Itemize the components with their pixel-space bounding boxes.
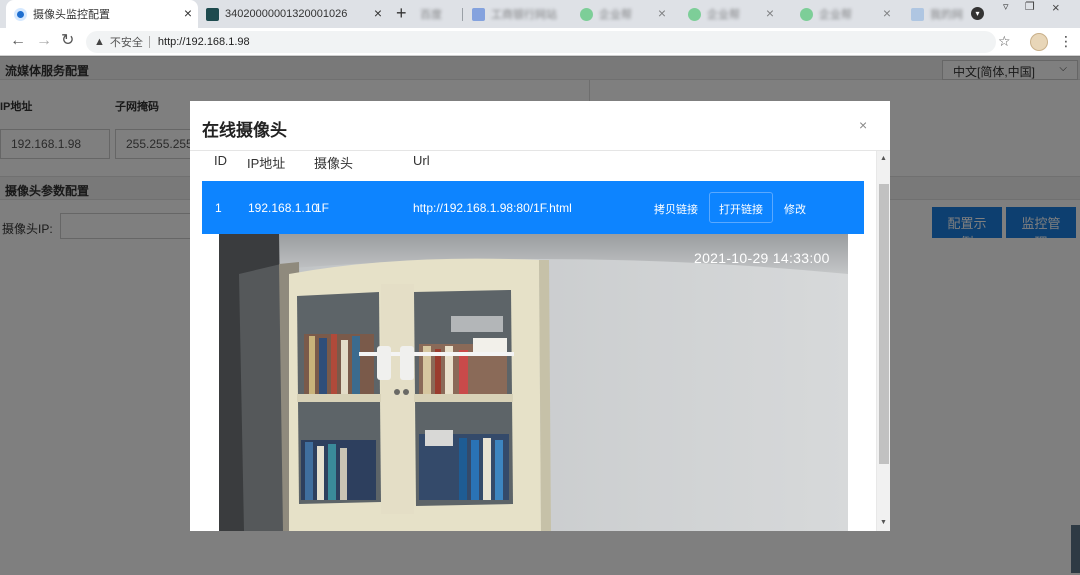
system-tray-edge — [1071, 525, 1080, 573]
modal-scrollbar[interactable]: ▲ ▼ — [876, 151, 890, 531]
camera-timestamp: 2021-10-29 14:33:00 — [694, 250, 830, 266]
site-favicon-icon — [472, 7, 485, 21]
close-tab-icon[interactable]: × — [766, 6, 774, 20]
browser-tab[interactable]: 企业帮 × — [680, 0, 780, 28]
site-favicon-icon — [688, 7, 701, 21]
edit-button[interactable]: 修改 — [784, 201, 806, 217]
site-favicon-icon — [206, 7, 219, 21]
window-menu-icon[interactable]: ▿ — [1003, 0, 1009, 13]
browser-tab[interactable]: 我的网 — [903, 0, 968, 28]
close-icon[interactable]: × — [859, 117, 867, 133]
column-header-url: Url — [413, 153, 430, 168]
tab-title: 摄像头监控配置 — [33, 9, 110, 21]
forward-arrow-icon[interactable]: → — [36, 32, 52, 50]
tab-search-icon[interactable]: ▾ — [971, 7, 984, 20]
url-text[interactable]: http://192.168.1.98 — [158, 36, 250, 48]
window-close-icon[interactable]: × — [1052, 0, 1060, 15]
row-camera: 1F — [315, 201, 330, 215]
camera-snapshot: 2021-10-29 14:33:00 — [219, 234, 848, 531]
copy-link-button[interactable]: 拷贝链接 — [654, 201, 698, 217]
table-header: ID IP地址 摄像头 Url — [202, 151, 864, 181]
tab-title: 百度 — [420, 9, 442, 21]
tab-title: 企业帮 — [819, 9, 852, 21]
profile-avatar-icon[interactable] — [1030, 33, 1048, 51]
browser-tab[interactable]: 企业帮 × — [792, 0, 897, 28]
browser-menu-icon[interactable]: ⋮ — [1059, 34, 1073, 48]
row-id: 1 — [215, 201, 222, 215]
new-tab-plus-icon[interactable]: + — [396, 3, 407, 24]
tab-title: 工商银行网站 — [491, 9, 557, 21]
close-tab-icon[interactable]: × — [658, 6, 666, 20]
browser-tab-active[interactable]: 摄像头监控配置 × — [6, 0, 198, 28]
browser-tab[interactable]: 340200000013200010​26 × — [198, 0, 388, 28]
site-favicon-icon — [800, 7, 813, 21]
browser-tab[interactable]: 百度 — [412, 0, 462, 28]
browser-tabstrip: 摄像头监控配置 × 340200000013200010​26 × + 百度 工… — [0, 0, 1080, 28]
app-favicon-icon — [14, 7, 27, 21]
column-header-camera: 摄像头 — [314, 156, 354, 171]
tab-title: 企业帮 — [599, 9, 632, 21]
row-url: http://192.168.1.98:80/1F.html — [413, 201, 572, 215]
window-restore-icon[interactable]: ❐ — [1025, 0, 1035, 13]
scroll-up-icon[interactable]: ▲ — [880, 155, 887, 162]
browser-tab[interactable]: 工商银行网站 — [464, 0, 564, 28]
browser-tab[interactable]: 企业帮 × — [572, 0, 672, 28]
warning-triangle-icon[interactable]: ▲ — [94, 36, 105, 48]
modal-header: 在线摄像头 × — [190, 101, 890, 151]
close-tab-icon[interactable]: × — [374, 6, 382, 20]
camera-scene — [219, 234, 848, 531]
online-cameras-modal: 在线摄像头 × ID IP地址 摄像头 Url 1 192.168.1.10 1… — [190, 101, 890, 531]
address-bar: ← → ↻ ▲ 不安全 http://192.168.1.98 ☆ ⋮ — [0, 28, 1080, 56]
modal-title: 在线摄像头 — [202, 121, 287, 140]
column-header-id: ID — [214, 153, 227, 168]
divider — [148, 36, 150, 48]
scroll-down-icon[interactable]: ▼ — [880, 519, 887, 526]
table-row[interactable]: 1 192.168.1.10 1F http://192.168.1.98:80… — [202, 181, 864, 234]
tab-title: 企业帮 — [707, 9, 740, 21]
close-tab-icon[interactable]: × — [883, 6, 891, 20]
security-label[interactable]: 不安全 — [110, 34, 143, 50]
scrollbar-thumb[interactable] — [879, 184, 889, 464]
site-favicon-icon — [911, 7, 924, 21]
bookmark-star-icon[interactable]: ☆ — [998, 33, 1011, 50]
row-ip: 192.168.1.10 — [248, 201, 319, 215]
column-header-ip: IP地址 — [247, 156, 286, 171]
reload-icon[interactable]: ↻ — [61, 32, 74, 50]
tab-title: 340200000013200010​26 — [225, 8, 348, 20]
tab-separator — [462, 8, 463, 21]
open-link-button[interactable]: 打开链接 — [709, 192, 773, 223]
back-arrow-icon[interactable]: ← — [10, 32, 26, 50]
close-tab-icon[interactable]: × — [184, 6, 192, 20]
tab-title: 我的网 — [930, 9, 963, 21]
omnibox[interactable]: ▲ 不安全 http://192.168.1.98 — [86, 31, 996, 53]
site-favicon-icon — [580, 7, 593, 21]
